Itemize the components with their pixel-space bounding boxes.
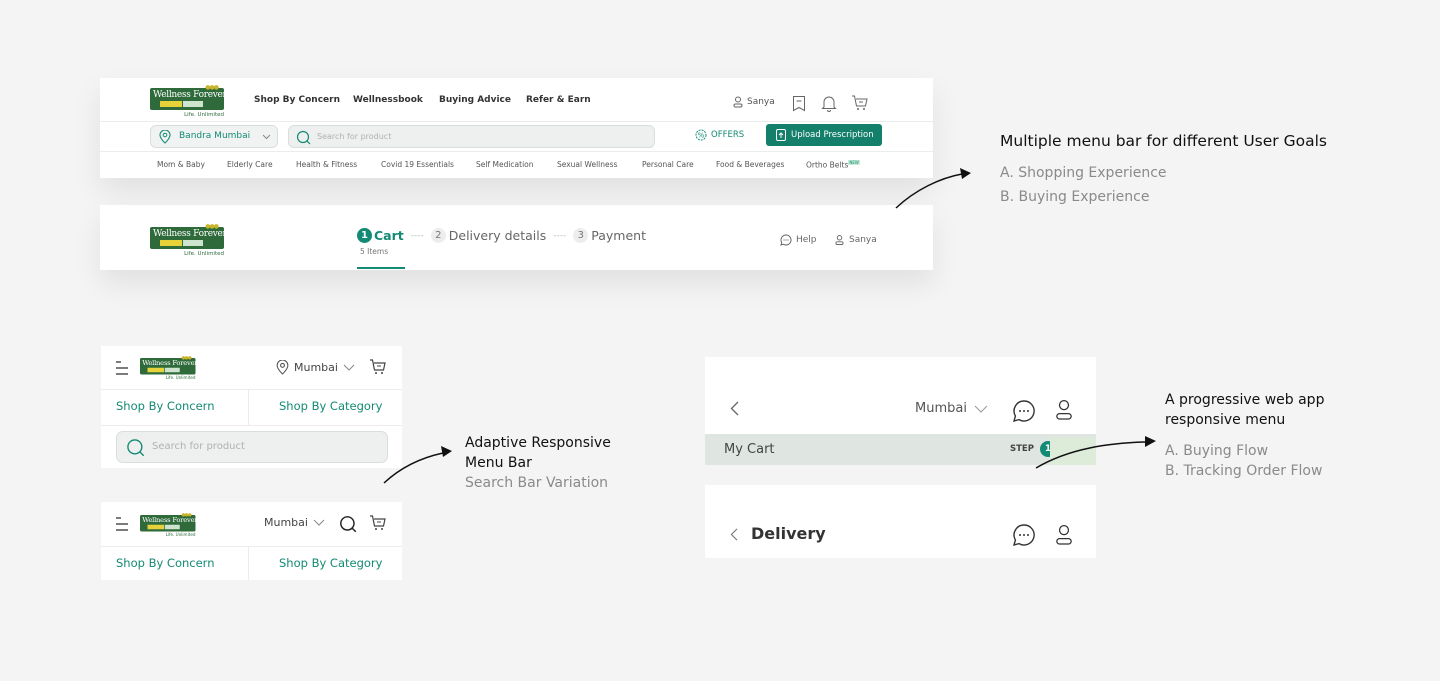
annotation-arrow xyxy=(895,173,963,209)
arrow-head xyxy=(960,168,971,179)
note-multi-title: Multiple menu bar for different User Goa… xyxy=(1000,132,1327,150)
note-multi-line: A. Shopping Experience xyxy=(1000,165,1167,181)
note-adaptive-sub: Search Bar Variation xyxy=(465,475,609,491)
arrows-layer xyxy=(383,168,1156,484)
arrow-head xyxy=(1145,436,1156,447)
arrow-head xyxy=(441,446,452,457)
note-adaptive-title: Menu Bar xyxy=(465,455,532,471)
note-pwa-line: B. Tracking Order Flow xyxy=(1165,463,1323,479)
annotation-arrow xyxy=(1035,441,1147,469)
note-pwa-title: responsive menu xyxy=(1165,412,1286,428)
note-adaptive-title: Adaptive Responsive xyxy=(465,435,611,451)
annotation-arrow xyxy=(383,452,444,484)
note-pwa-title: A progressive web app xyxy=(1165,392,1325,408)
note-multi-line: B. Buying Experience xyxy=(1000,189,1150,205)
note-pwa-line: A. Buying Flow xyxy=(1165,443,1269,459)
